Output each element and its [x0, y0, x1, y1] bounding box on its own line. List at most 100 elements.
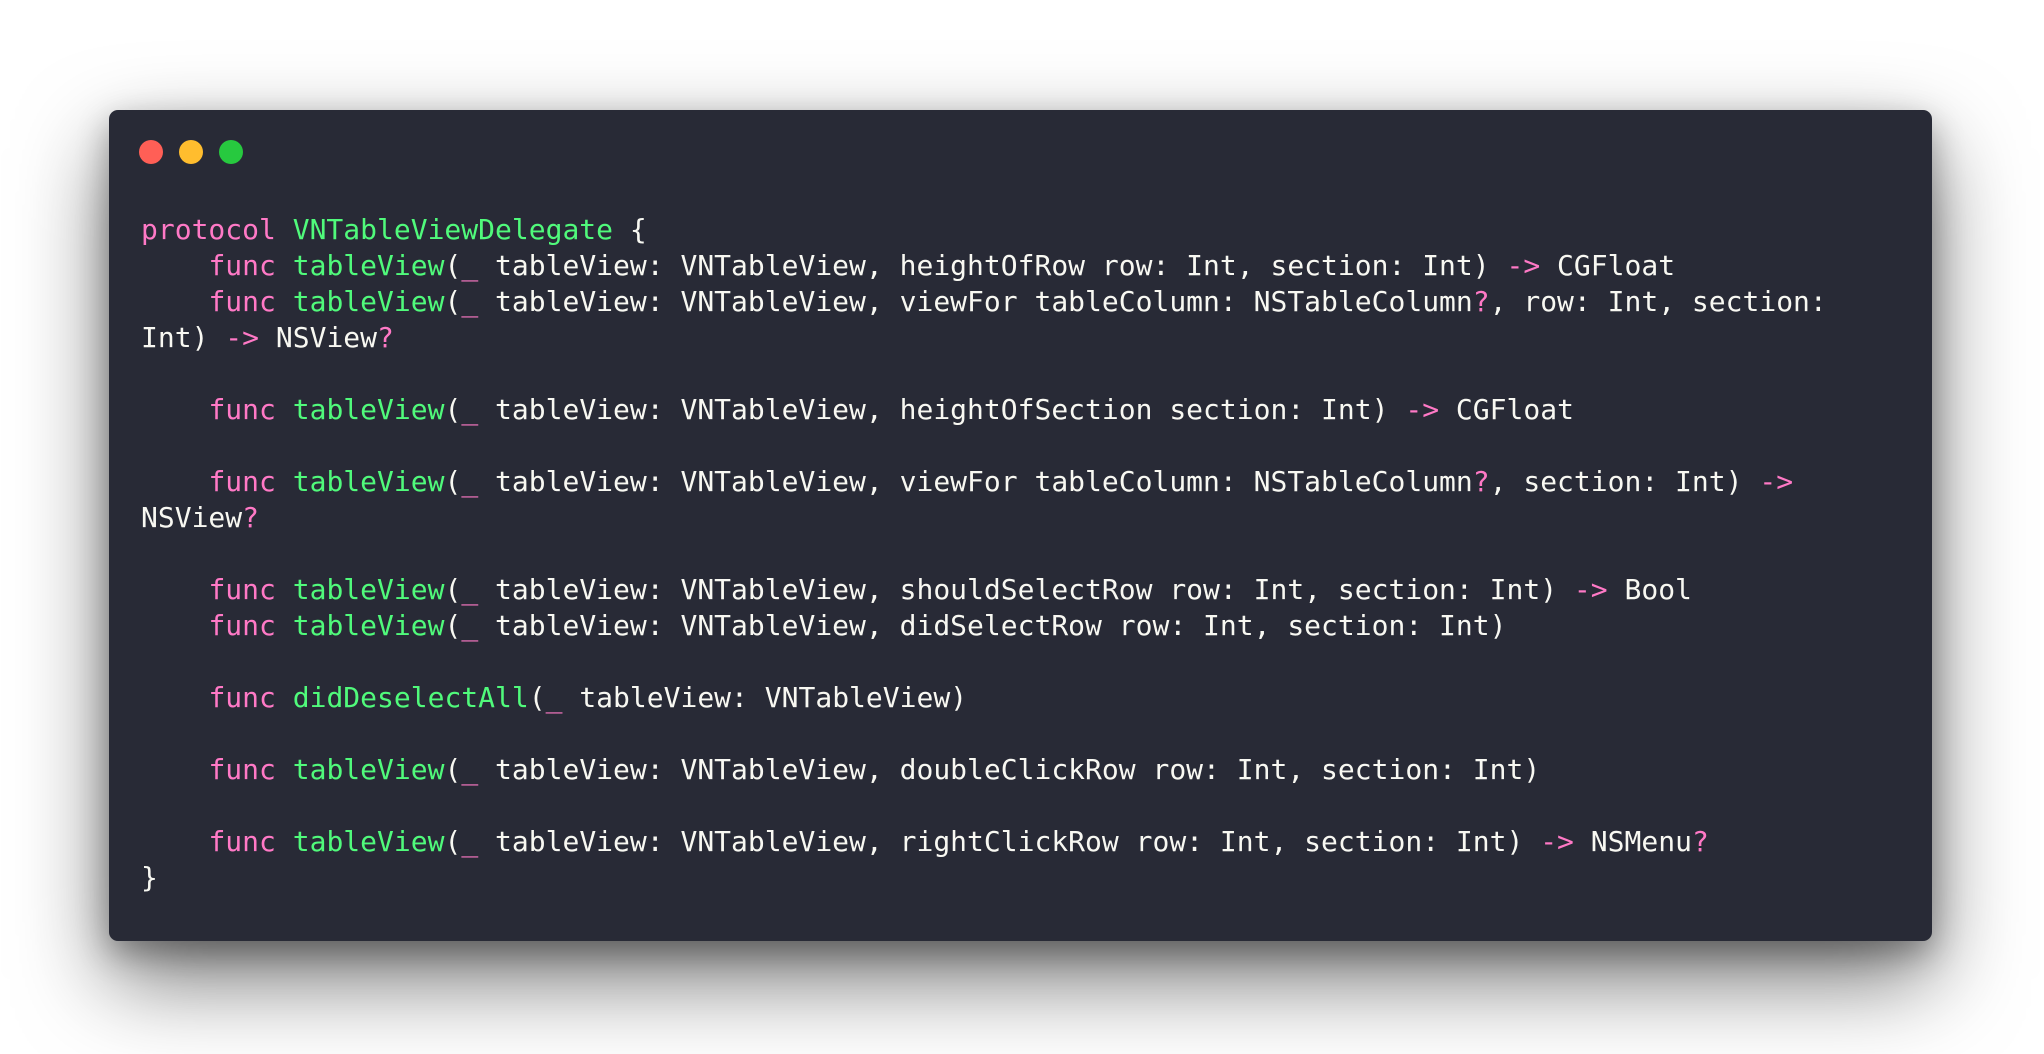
code-line: func tableView(_ tableView: VNTableView,…	[141, 608, 1827, 644]
operator-token: _	[461, 825, 479, 858]
code-text: (	[444, 393, 462, 426]
code-text: tableView: VNTableView, viewFor tableCol…	[478, 465, 1473, 498]
code-text: Int)	[141, 321, 226, 354]
title-bar	[109, 110, 1932, 190]
code-text: tableView: VNTableView)	[562, 681, 968, 714]
code-text: (	[444, 825, 462, 858]
keyword-token: protocol	[141, 213, 276, 246]
operator-token: ->	[1573, 573, 1608, 606]
operator-token: _	[461, 249, 479, 282]
function-name-token: tableView	[292, 609, 445, 642]
operator-token: _	[461, 393, 479, 426]
code-text: (	[444, 465, 462, 498]
code-text: Bool	[1607, 573, 1692, 606]
operator-token: ->	[1405, 393, 1440, 426]
operator-token: ?	[377, 321, 394, 354]
code-text: (	[444, 609, 462, 642]
function-name-token: tableView	[292, 753, 445, 786]
code-line: func tableView(_ tableView: VNTableView,…	[141, 248, 1827, 284]
keyword-token: func	[208, 285, 276, 318]
operator-token: ?	[1691, 825, 1709, 858]
keyword-token: func	[208, 609, 276, 642]
keyword-token: func	[208, 393, 276, 426]
keyword-token: func	[208, 753, 276, 786]
code-line: }	[141, 860, 1827, 896]
code-text: tableView: VNTableView, doubleClickRow r…	[478, 753, 1541, 786]
minimize-button[interactable]	[179, 140, 203, 164]
operator-token: _	[461, 609, 479, 642]
keyword-token: func	[208, 465, 276, 498]
function-name-token: tableView	[292, 393, 445, 426]
function-name-token: tableView	[292, 825, 445, 858]
code-line: func tableView(_ tableView: VNTableView,…	[141, 392, 1827, 428]
code-line: func tableView(_ tableView: VNTableView,…	[141, 752, 1827, 788]
code-line: func didDeselectAll(_ tableView: VNTable…	[141, 680, 1827, 716]
operator-token: _	[461, 465, 479, 498]
operator-token: ->	[1759, 465, 1794, 498]
code-text: }	[141, 861, 158, 894]
code-text: (	[444, 285, 462, 318]
code-text: , row: Int, section:	[1489, 285, 1827, 318]
keyword-token: func	[208, 825, 276, 858]
operator-token: _	[461, 753, 479, 786]
code-text: (	[528, 681, 546, 714]
code-line: func tableView(_ tableView: VNTableView,…	[141, 824, 1827, 860]
code-text: NSMenu	[1573, 825, 1692, 858]
code-text: {	[613, 213, 647, 246]
code-window: protocol VNTableViewDelegate { func tabl…	[109, 110, 1932, 941]
operator-token: ->	[225, 321, 260, 354]
code-line: protocol VNTableViewDelegate {	[141, 212, 1827, 248]
code-line: func tableView(_ tableView: VNTableView,…	[141, 572, 1827, 608]
operator-token: _	[461, 573, 479, 606]
code-text: tableView: VNTableView, viewFor tableCol…	[478, 285, 1473, 318]
keyword-token: func	[208, 573, 276, 606]
operator-token: ?	[1472, 465, 1490, 498]
function-name-token: VNTableViewDelegate	[292, 213, 614, 246]
code-block: protocol VNTableViewDelegate { func tabl…	[141, 212, 1827, 896]
keyword-token: func	[208, 249, 276, 282]
code-text: tableView: VNTableView, heightOfRow row:…	[478, 249, 1507, 282]
operator-token: _	[461, 285, 479, 318]
code-text: (	[444, 753, 462, 786]
operator-token: ?	[1472, 285, 1490, 318]
operator-token: ->	[1506, 249, 1541, 282]
keyword-token: func	[208, 681, 276, 714]
code-text: CGFloat	[1439, 393, 1574, 426]
code-line: func tableView(_ tableView: VNTableView,…	[141, 284, 1827, 320]
zoom-button[interactable]	[219, 140, 243, 164]
code-line: Int) -> NSView?	[141, 320, 1827, 356]
code-text: tableView: VNTableView, shouldSelectRow …	[478, 573, 1574, 606]
function-name-token: tableView	[292, 249, 445, 282]
code-text: tableView: VNTableView, didSelectRow row…	[478, 609, 1507, 642]
close-button[interactable]	[139, 140, 163, 164]
code-text: NSView	[141, 501, 243, 534]
function-name-token: didDeselectAll	[292, 681, 529, 714]
code-text: (	[444, 249, 462, 282]
function-name-token: tableView	[292, 285, 445, 318]
operator-token: _	[545, 681, 563, 714]
operator-token: ?	[242, 501, 260, 534]
code-text: CGFloat	[1540, 249, 1676, 282]
